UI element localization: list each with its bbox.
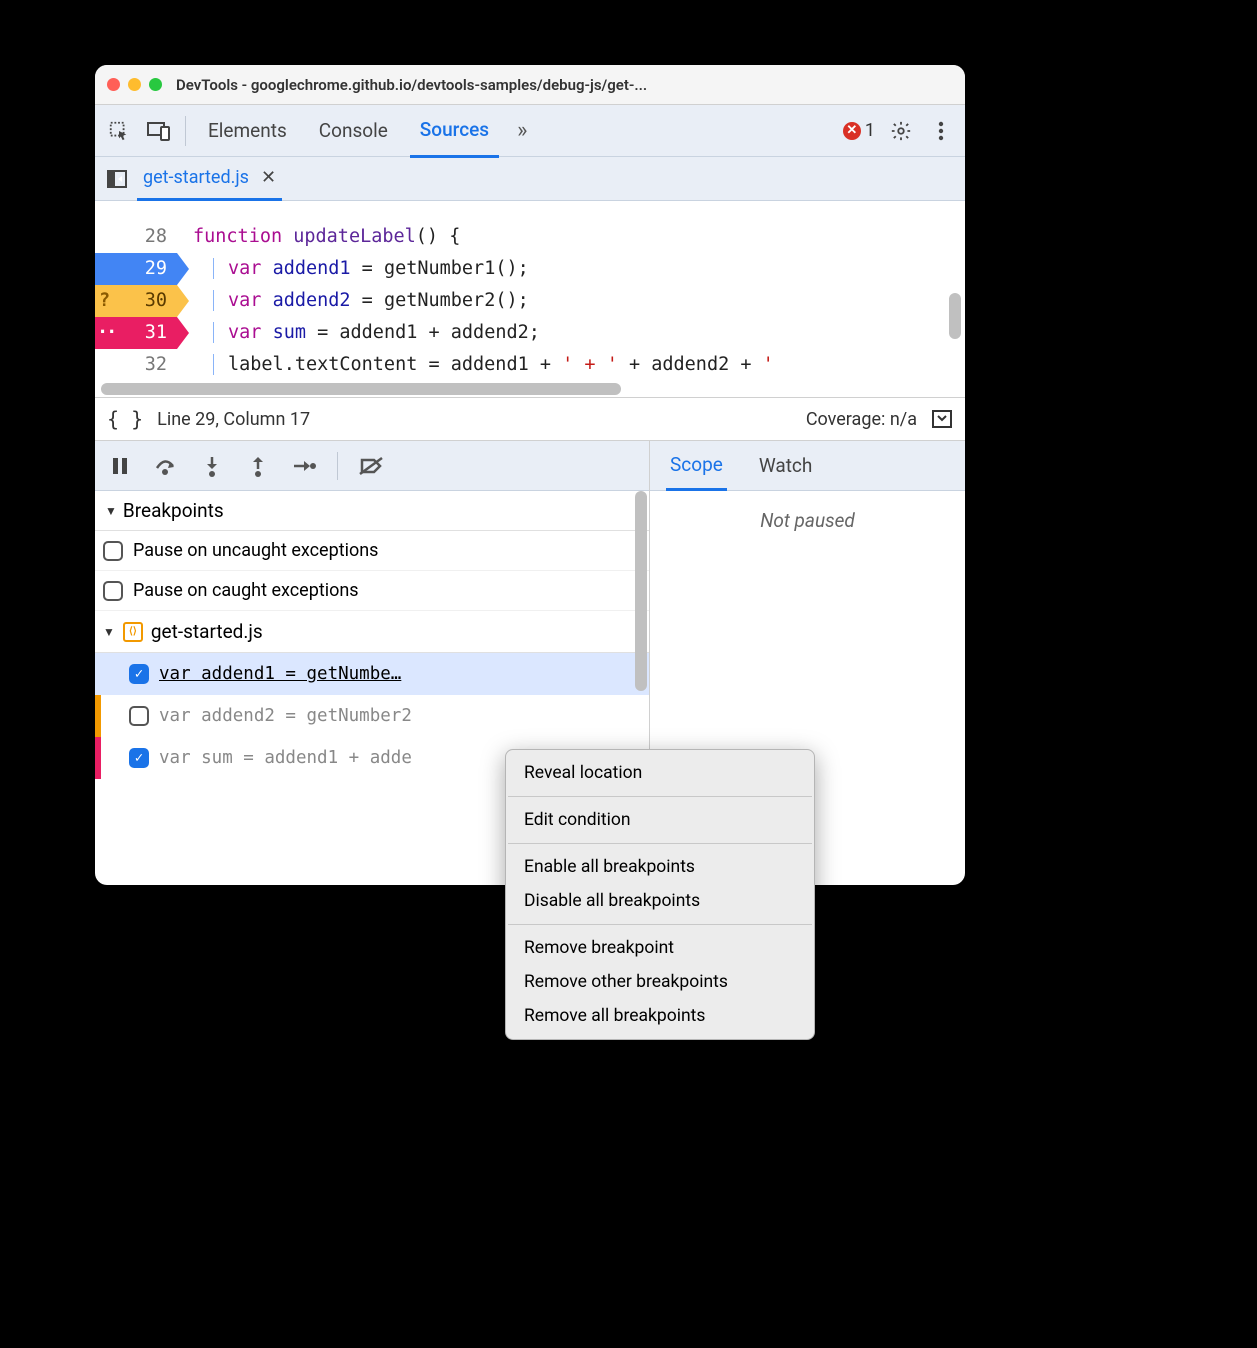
file-tab-get-started[interactable]: get-started.js ✕ [137,157,282,201]
vertical-scrollbar[interactable] [949,293,961,339]
breakpoints-file-header[interactable]: ▼ get-started.js [95,611,649,653]
code-editor[interactable]: 28 function updateLabel() { 29 var adden… [95,201,965,397]
maximize-window-button[interactable] [149,78,162,91]
gutter-29-breakpoint[interactable]: 29 [95,253,177,285]
menu-separator [508,843,812,844]
cursor-position: Line 29, Column 17 [157,409,310,430]
code-line-28[interactable]: 28 function updateLabel() { [95,221,965,253]
step-into-icon[interactable] [199,453,225,479]
horizontal-scrollbar[interactable] [101,383,621,395]
show-navigator-icon[interactable] [107,170,127,188]
menu-remove-other[interactable]: Remove other breakpoints [506,965,814,999]
gutter-31-logpoint[interactable]: 31 [95,317,177,349]
window-title: DevTools - googlechrome.github.io/devtoo… [176,76,647,94]
pause-uncaught-label: Pause on uncaught exceptions [133,540,378,561]
menu-reveal-location[interactable]: Reveal location [506,756,814,790]
more-tabs-button[interactable]: » [511,118,533,143]
pause-caught-checkbox[interactable] [103,581,123,601]
breakpoint-text: var addend1 = getNumbe… [159,664,401,684]
editor-statusbar: { } Line 29, Column 17 Coverage: n/a [95,397,965,441]
right-panel-tabs: Scope Watch [650,441,965,491]
minimize-window-button[interactable] [128,78,141,91]
close-window-button[interactable] [107,78,120,91]
error-icon: ✕ [843,122,861,140]
breakpoints-label: Breakpoints [123,499,224,522]
breakpoint-checkbox[interactable] [129,706,149,726]
code-line-31[interactable]: 31 var sum = addend1 + addend2; [95,317,965,349]
code-line-32[interactable]: 32 label.textContent = addend1 + ' + ' +… [95,349,965,381]
menu-remove-all[interactable]: Remove all breakpoints [506,999,814,1033]
close-tab-icon[interactable]: ✕ [261,167,276,188]
file-tab-label: get-started.js [143,167,249,188]
settings-icon[interactable] [887,117,915,145]
step-over-icon[interactable] [153,453,179,479]
menu-disable-all[interactable]: Disable all breakpoints [506,884,814,918]
breakpoint-item-1[interactable]: var addend1 = getNumbe… [95,653,649,695]
pause-uncaught-checkbox[interactable] [103,541,123,561]
js-file-icon [123,622,143,642]
traffic-lights [107,78,162,91]
gutter-32[interactable]: 32 [95,349,177,381]
disclosure-triangle-icon: ▼ [103,625,115,639]
gutter-28[interactable]: 28 [95,221,177,253]
main-tabbar: Elements Console Sources » ✕ 1 [95,105,965,157]
breakpoint-context-menu: Reveal location Edit condition Enable al… [505,749,815,1040]
tab-sources[interactable]: Sources [410,104,499,158]
pause-caught-label: Pause on caught exceptions [133,580,359,601]
tab-scope[interactable]: Scope [666,441,727,491]
code-line-29[interactable]: 29 var addend1 = getNumber1(); [95,253,965,285]
breakpoint-text: var addend2 = getNumber2 [159,706,412,726]
not-paused-message: Not paused [650,491,965,550]
debug-toolbar [95,441,649,491]
step-out-icon[interactable] [245,453,271,479]
breakpoint-item-2[interactable]: var addend2 = getNumber2 [95,695,649,737]
breakpoint-text: var sum = addend1 + adde [159,748,412,768]
step-icon[interactable] [291,453,317,479]
pretty-print-icon[interactable]: { } [107,407,143,431]
breakpoint-checkbox[interactable] [129,664,149,684]
error-count: 1 [865,120,875,141]
code-line-30[interactable]: 30 var addend2 = getNumber2(); [95,285,965,317]
menu-remove-breakpoint[interactable]: Remove breakpoint [506,931,814,965]
tab-elements[interactable]: Elements [198,105,297,156]
inspect-element-icon[interactable] [105,117,133,145]
gutter-30-conditional-breakpoint[interactable]: 30 [95,285,177,317]
breakpoint-checkbox[interactable] [129,748,149,768]
menu-enable-all[interactable]: Enable all breakpoints [506,850,814,884]
breakpoint-color-stripe [95,695,101,737]
pause-caught-row[interactable]: Pause on caught exceptions [95,571,649,611]
error-badge[interactable]: ✕ 1 [843,120,875,141]
menu-separator [508,796,812,797]
menu-edit-condition[interactable]: Edit condition [506,803,814,837]
coverage-status: Coverage: n/a [806,409,917,430]
device-toolbar-icon[interactable] [145,117,173,145]
deactivate-breakpoints-icon[interactable] [358,453,384,479]
breakpoint-color-stripe [95,737,101,779]
tab-console[interactable]: Console [309,105,398,156]
menu-separator [508,924,812,925]
file-tabbar: get-started.js ✕ [95,157,965,201]
breakpoints-file-name: get-started.js [151,620,263,643]
toggle-drawer-icon[interactable] [931,409,953,429]
tab-watch[interactable]: Watch [755,442,817,489]
disclosure-triangle-icon: ▼ [105,504,117,518]
more-menu-icon[interactable] [927,117,955,145]
breakpoints-section-header[interactable]: ▼ Breakpoints [95,491,649,531]
titlebar: DevTools - googlechrome.github.io/devtoo… [95,65,965,105]
pause-uncaught-row[interactable]: Pause on uncaught exceptions [95,531,649,571]
panel-scrollbar[interactable] [635,491,647,691]
pause-icon[interactable] [107,453,133,479]
